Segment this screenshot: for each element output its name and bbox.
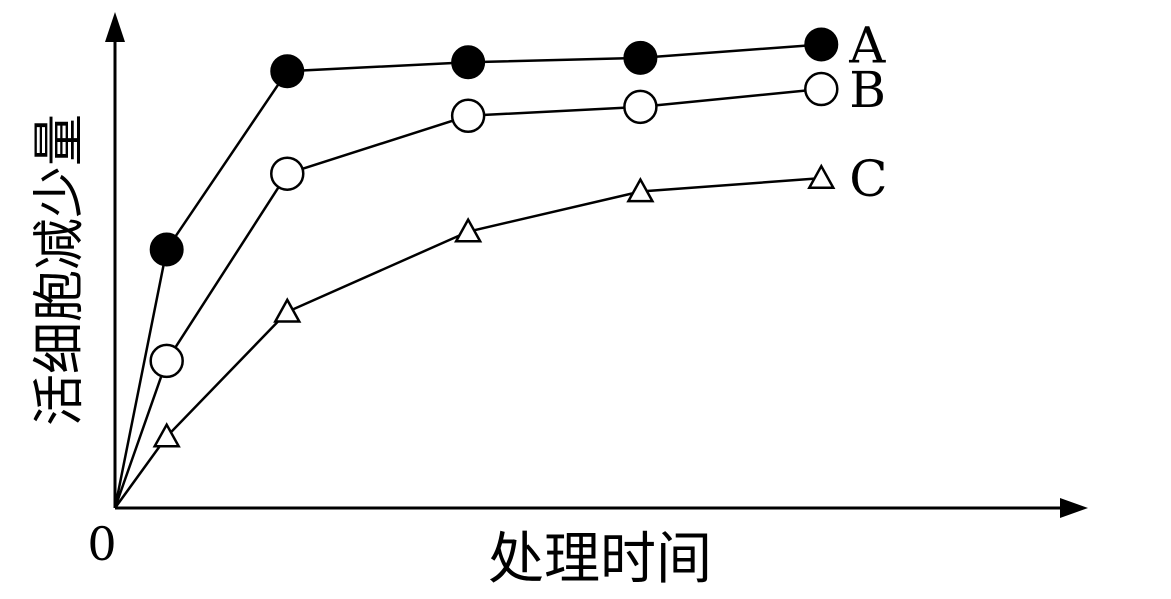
- x-axis-arrow-icon: [1060, 498, 1088, 518]
- series-label-B: B: [849, 61, 886, 119]
- series-label-C: C: [849, 150, 887, 208]
- data-point-B-3: [450, 98, 486, 134]
- data-point-B-4: [623, 89, 658, 125]
- y-axis-title: 活细胞减少量: [30, 114, 90, 426]
- data-point-C-5: [807, 163, 836, 190]
- data-point-B-5: [804, 71, 839, 107]
- data-point-C-2: [273, 297, 302, 323]
- data-point-A-4: [623, 40, 658, 75]
- series-C: C: [113, 150, 888, 509]
- series-layer: ABC: [113, 16, 888, 509]
- line-chart-svg: 0 处理时间 活细胞减少量 ABC: [30, 12, 1088, 592]
- data-point-A-1: [149, 232, 184, 267]
- data-point-B-1: [149, 343, 184, 379]
- series-B: B: [113, 61, 886, 509]
- origin-label: 0: [87, 517, 116, 571]
- data-point-A-3: [451, 45, 486, 80]
- data-point-B-2: [270, 156, 305, 191]
- data-point-A-5: [804, 27, 839, 62]
- chart: 0 处理时间 活细胞减少量 ABC: [0, 0, 1171, 595]
- data-point-A-2: [270, 54, 305, 89]
- x-axis-title: 处理时间: [488, 527, 712, 592]
- y-axis-arrow-icon: [105, 12, 125, 42]
- axes: 0 处理时间 活细胞减少量: [30, 12, 1088, 592]
- series-line-B: [113, 87, 822, 509]
